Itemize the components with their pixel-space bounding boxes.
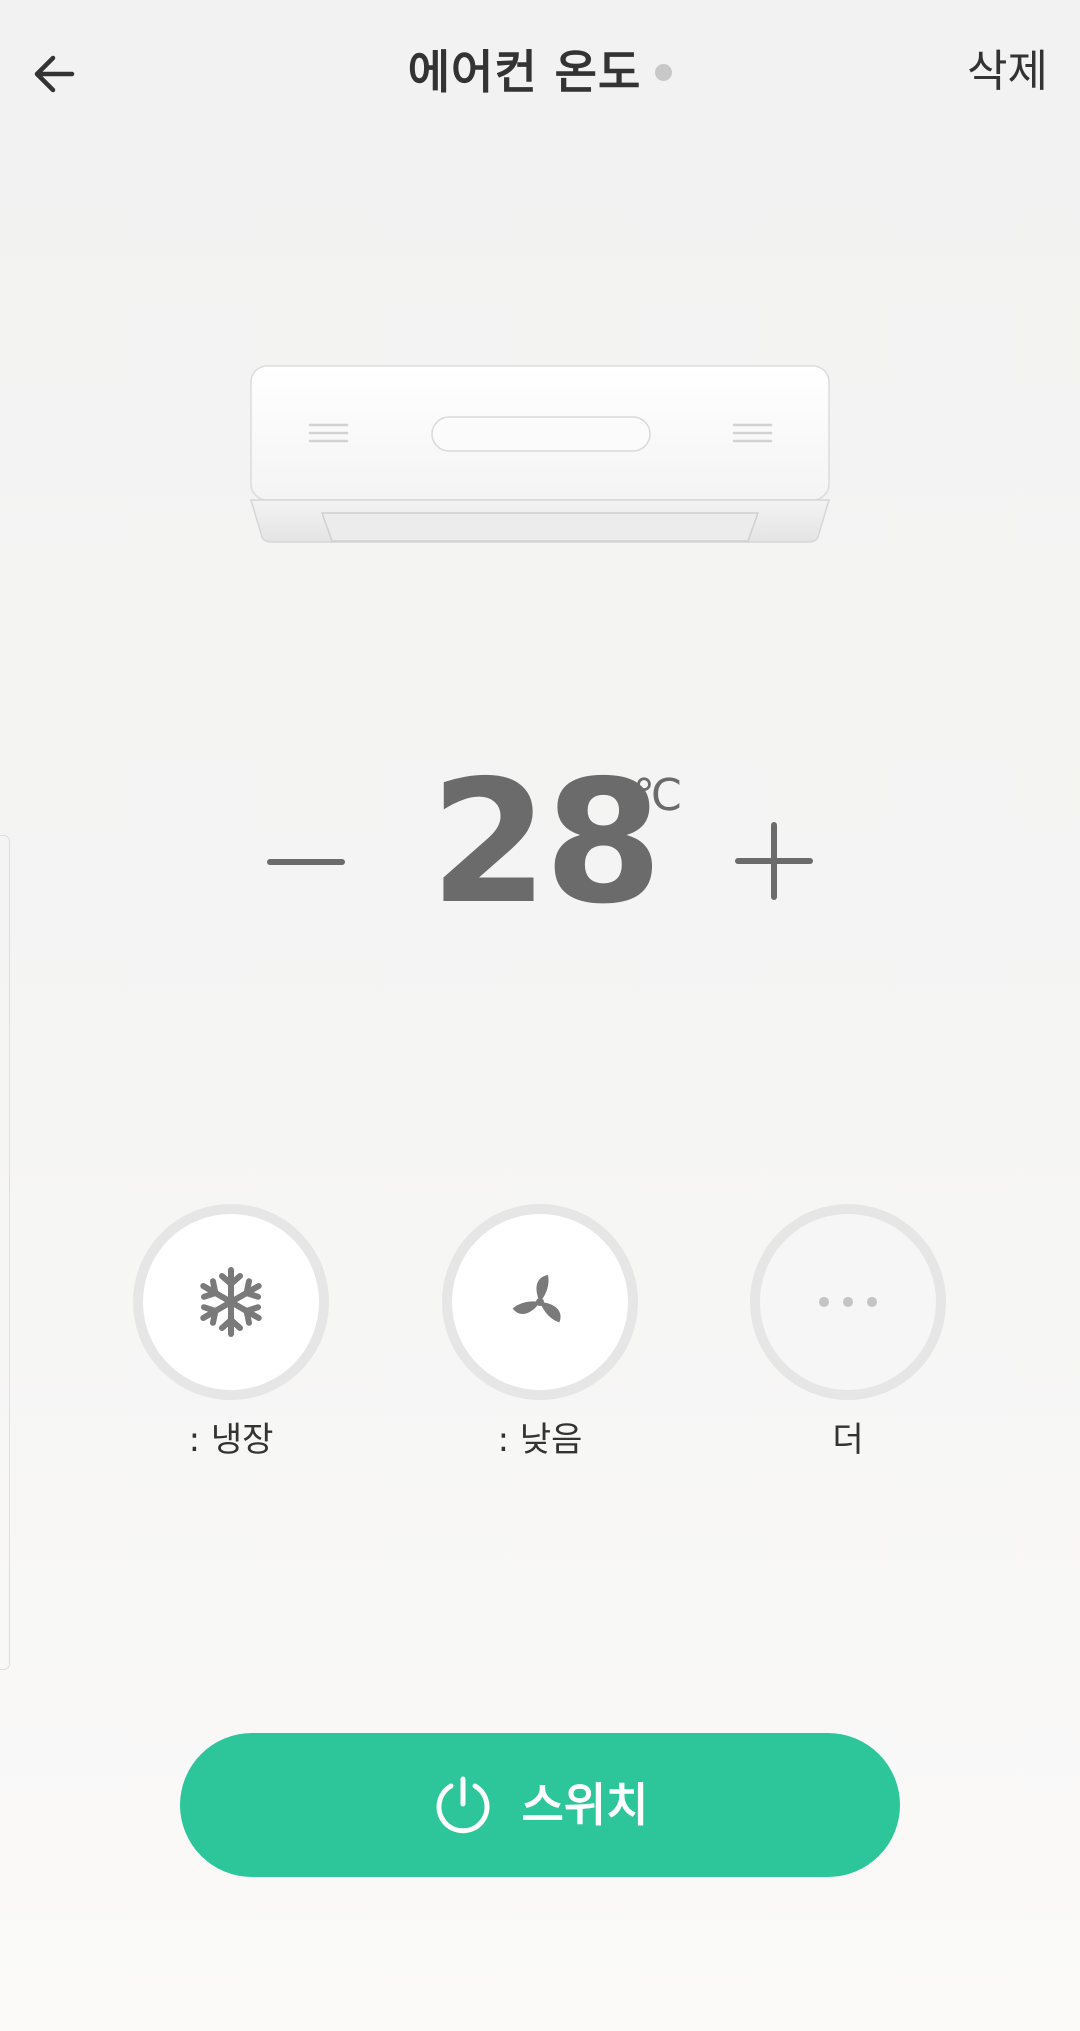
snowflake-icon: [200, 1267, 262, 1337]
more-options-button[interactable]: [750, 1204, 946, 1400]
scroll-indicator[interactable]: [0, 835, 10, 1670]
mode-cooling: : 냉장: [131, 1204, 331, 1462]
temperature-value: 28: [430, 744, 663, 942]
more-dots-icon: [819, 1297, 877, 1307]
mode-more: 더: [748, 1204, 948, 1462]
delete-button[interactable]: 삭제: [967, 42, 1048, 102]
page-title: 에어컨 온도: [407, 45, 642, 99]
increase-temperature-button[interactable]: [728, 815, 820, 907]
temperature-unit: ℃: [633, 770, 683, 821]
mode-more-label: 더: [832, 1420, 864, 1460]
decrease-temperature-button[interactable]: [258, 822, 354, 902]
mode-fan-speed-button[interactable]: [442, 1204, 638, 1400]
plus-icon: [735, 822, 813, 900]
mode-fan-speed-label: : 낮음: [497, 1420, 583, 1460]
connection-status-dot: [655, 63, 673, 81]
minus-icon: [267, 859, 345, 865]
fan-icon: [512, 1275, 561, 1323]
mode-cooling-button[interactable]: [133, 1204, 329, 1400]
mode-fan-speed: : 낮음: [440, 1204, 640, 1462]
power-icon: [436, 1776, 489, 1834]
air-conditioner-illustration: [250, 365, 830, 543]
power-switch-button[interactable]: 스위치: [180, 1733, 900, 1877]
mode-cooling-label: : 냉장: [188, 1420, 274, 1460]
app-header: 에어컨 온도 삭제: [0, 0, 1080, 150]
power-switch-label: 스위치: [521, 1778, 649, 1832]
title-group: 에어컨 온도: [0, 42, 1080, 102]
